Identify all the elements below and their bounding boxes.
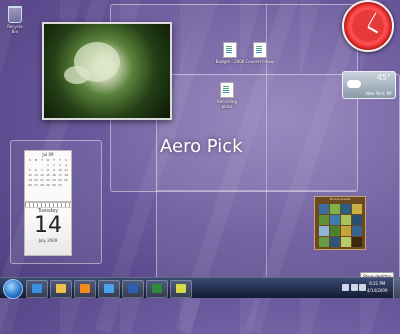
windows-photo-icon	[104, 284, 114, 293]
puzzle-tile[interactable]	[352, 226, 362, 236]
taskbar: 6:21 PM 4/14/2009	[0, 277, 400, 299]
puzzle-tile[interactable]	[330, 215, 340, 225]
aero-peek-label: Aero Pick	[160, 136, 243, 157]
puzzle-tile[interactable]	[319, 237, 329, 247]
puzzle-tile[interactable]	[330, 204, 340, 214]
folder-icon	[56, 284, 66, 293]
recycle-bin-icon	[8, 6, 22, 23]
tray-flag-icon[interactable]	[342, 284, 349, 291]
taskbar-button-spreadsheet[interactable]	[146, 280, 168, 298]
tray-clock[interactable]: 6:21 PM 4/14/2009	[367, 280, 388, 294]
clock-gadget[interactable]	[342, 0, 394, 52]
puzzle-tile[interactable]	[330, 226, 340, 236]
calendar-day-number: 14	[34, 213, 62, 238]
concert-lineup-label: Concert lineup	[245, 59, 275, 64]
picture-puzzle-gadget[interactable]: Picture Puzzle	[314, 196, 366, 250]
puzzle-tile[interactable]	[341, 204, 351, 214]
puzzle-tile[interactable]	[319, 204, 329, 214]
hydrangea-flower	[64, 66, 90, 84]
recording-plans-label: Recording plans	[216, 99, 237, 109]
taskbar-button-windows-photo[interactable]	[98, 280, 120, 298]
puzzle-title: Picture Puzzle	[329, 197, 351, 201]
puzzle-tile[interactable]	[352, 215, 362, 225]
taskbar-button-media-player[interactable]	[74, 280, 96, 298]
show-desktop-button[interactable]	[393, 278, 400, 298]
cloud-icon	[347, 80, 361, 88]
budget-2008-label: Budget - 2008	[215, 59, 245, 64]
puzzle-grid	[319, 204, 362, 247]
puzzle-tile[interactable]	[319, 215, 329, 225]
word-document-icon	[128, 284, 138, 293]
taskbar-button-folder[interactable]	[50, 280, 72, 298]
aero-peek-divider	[156, 190, 356, 191]
document-icon	[253, 42, 267, 58]
spreadsheet-icon	[152, 284, 162, 293]
weather-location: New York, NY	[365, 91, 392, 96]
document-icon	[220, 82, 234, 98]
tray-date: 4/14/2009	[367, 288, 388, 293]
puzzle-tile[interactable]	[330, 237, 340, 247]
calendar-day-cell[interactable]: 31	[57, 183, 63, 188]
recycle-bin-label: Recycle Bin	[7, 24, 23, 34]
calendar-month-year: July 2009	[38, 238, 58, 243]
slideshow-gadget[interactable]	[42, 22, 172, 120]
budget-2008-shortcut[interactable]: Budget - 2008	[213, 42, 247, 64]
puzzle-tile[interactable]	[341, 215, 351, 225]
start-button[interactable]	[3, 279, 23, 299]
recording-plans-shortcut[interactable]: Recording plans	[212, 82, 242, 109]
tray-network-icon[interactable]	[351, 284, 358, 291]
weather-gadget[interactable]: 45° New York, NY	[342, 71, 396, 99]
tray-volume-icon[interactable]	[359, 284, 366, 291]
taskbar-button-notes[interactable]	[170, 280, 192, 298]
media-player-icon	[80, 284, 90, 293]
puzzle-empty-slot[interactable]	[352, 237, 362, 247]
notes-icon	[176, 284, 186, 293]
puzzle-tile[interactable]	[352, 204, 362, 214]
calendar-gadget-month[interactable]: Jul 09 S M T W T F S 1 2 3 4 5 6 7 8 9 10 11 12 13 14 15 16 17 1…	[24, 150, 72, 202]
calendar-gadget-day[interactable]: Tuesday 14 July 2009	[24, 202, 72, 256]
aero-peek-window-outline	[156, 74, 400, 286]
puzzle-tile[interactable]	[319, 226, 329, 236]
puzzle-tile[interactable]	[341, 226, 351, 236]
tray-time: 6:21 PM	[369, 281, 386, 286]
calendar-grid: S M T W T F S 1 2 3 4 5 6 7 8 9 10 11 12 13 14 15 16 17 18 19 20 21…	[25, 157, 71, 189]
calendar-day-cell[interactable]: 25	[63, 178, 69, 183]
taskbar-button-internet-explorer[interactable]	[26, 280, 48, 298]
taskbar-button-word-document[interactable]	[122, 280, 144, 298]
recycle-bin-shortcut[interactable]: Recycle Bin	[4, 6, 26, 34]
document-icon	[223, 42, 237, 58]
weather-temperature: 45°	[376, 73, 391, 82]
concert-lineup-shortcut[interactable]: Concert lineup	[243, 42, 277, 64]
internet-explorer-icon	[32, 284, 42, 293]
puzzle-tile[interactable]	[341, 237, 351, 247]
